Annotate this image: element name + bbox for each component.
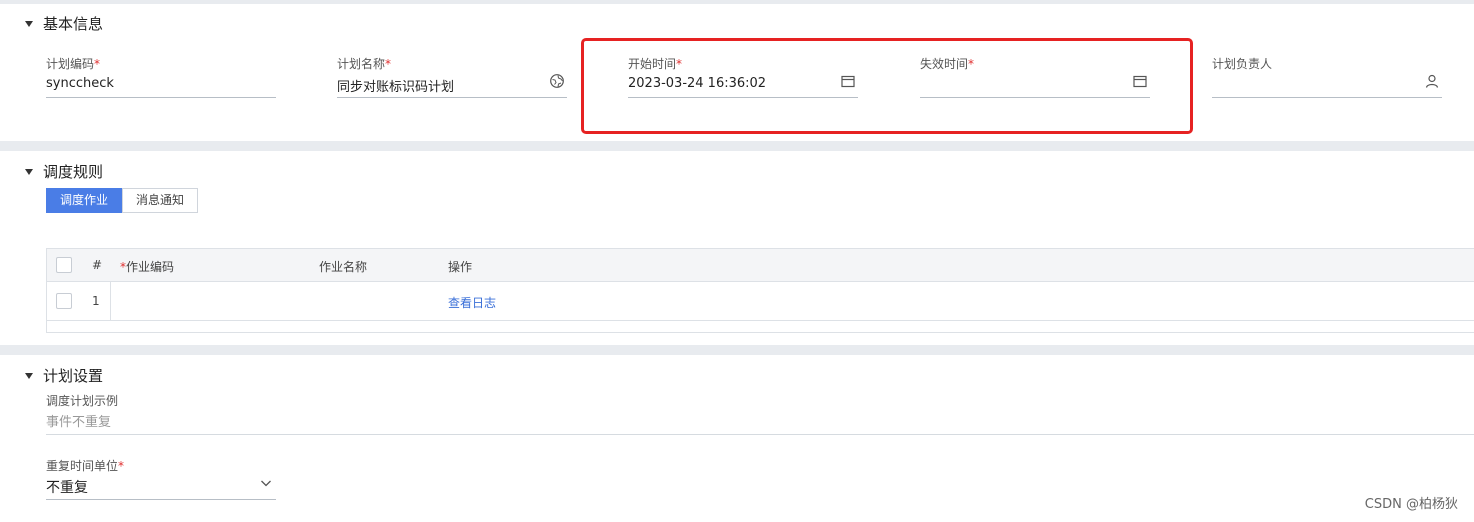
globe-icon[interactable]: [549, 73, 565, 89]
table-header: # *作业编码 作业名称 操作: [47, 249, 1474, 282]
user-icon[interactable]: [1424, 73, 1440, 89]
col-index: #: [92, 258, 103, 272]
select-all-checkbox[interactable]: [56, 257, 72, 273]
plan-code-value: synccheck: [46, 76, 114, 91]
owner-label: 计划负责人: [1212, 57, 1273, 71]
schedule-title: 调度规则: [43, 163, 104, 181]
row-index: 1: [92, 294, 100, 308]
schedule-example-value: 事件不重复: [46, 415, 112, 430]
settings-panel: 计划设置 调度计划示例 事件不重复 重复时间单位* 不重复 CSDN @柏杨狄: [0, 355, 1474, 522]
col-action: 操作: [448, 260, 473, 274]
caret-down-icon: [25, 168, 33, 175]
basic-info-panel: 基本信息 计划编码* synccheck 计划名称* 同步对账标识码计划 开始时…: [0, 4, 1474, 141]
tab-message-notify[interactable]: 消息通知: [122, 188, 199, 213]
plan-name-field[interactable]: 计划名称* 同步对账标识码计划: [337, 55, 567, 99]
tab-schedule-jobs[interactable]: 调度作业: [46, 188, 123, 213]
field-underline: [46, 97, 276, 98]
required-mark: *: [94, 57, 101, 71]
row-checkbox[interactable]: [56, 293, 72, 309]
repeat-unit-label: 重复时间单位: [46, 459, 119, 473]
settings-title: 计划设置: [43, 367, 104, 385]
col-job-code: *作业编码: [120, 260, 175, 274]
field-underline: [46, 499, 276, 500]
watermark: CSDN @柏杨狄: [1364, 497, 1458, 512]
highlight-box: [581, 38, 1193, 134]
view-log-link[interactable]: 查看日志: [448, 294, 496, 311]
field-underline: [1212, 97, 1442, 98]
table-row[interactable]: 1 查看日志: [47, 282, 1474, 321]
required-mark: *: [385, 57, 392, 71]
schedule-panel: 调度规则 调度作业 消息通知 # *作业编码 作业名称 操作 1 查看日志: [0, 151, 1474, 345]
repeat-unit-select[interactable]: 重复时间单位* 不重复: [46, 457, 276, 501]
col-job-name: 作业名称: [319, 260, 368, 274]
plan-name-value: 同步对账标识码计划: [337, 80, 455, 95]
owner-field[interactable]: 计划负责人: [1212, 55, 1442, 99]
caret-down-icon: [25, 372, 33, 379]
column-divider: [110, 282, 111, 321]
schedule-example-field: 调度计划示例 事件不重复: [46, 392, 1474, 436]
schedule-header[interactable]: 调度规则: [25, 161, 103, 182]
plan-name-label: 计划名称: [337, 57, 386, 71]
chevron-down-icon[interactable]: [258, 475, 274, 491]
plan-code-field[interactable]: 计划编码* synccheck: [46, 55, 276, 99]
page: 基本信息 计划编码* synccheck 计划名称* 同步对账标识码计划 开始时…: [0, 0, 1474, 522]
repeat-unit-value: 不重复: [46, 480, 88, 496]
basic-info-title: 基本信息: [43, 15, 104, 33]
field-underline: [337, 97, 567, 98]
caret-down-icon: [25, 20, 33, 27]
schedule-tabs: 调度作业 消息通知: [46, 188, 199, 213]
schedule-example-label: 调度计划示例: [46, 394, 119, 408]
settings-header[interactable]: 计划设置: [25, 365, 103, 386]
plan-code-label: 计划编码: [46, 57, 95, 71]
basic-info-header[interactable]: 基本信息: [25, 13, 103, 34]
field-underline: [46, 434, 1474, 435]
required-mark: *: [118, 459, 125, 473]
jobs-table: # *作业编码 作业名称 操作 1 查看日志: [46, 248, 1474, 333]
